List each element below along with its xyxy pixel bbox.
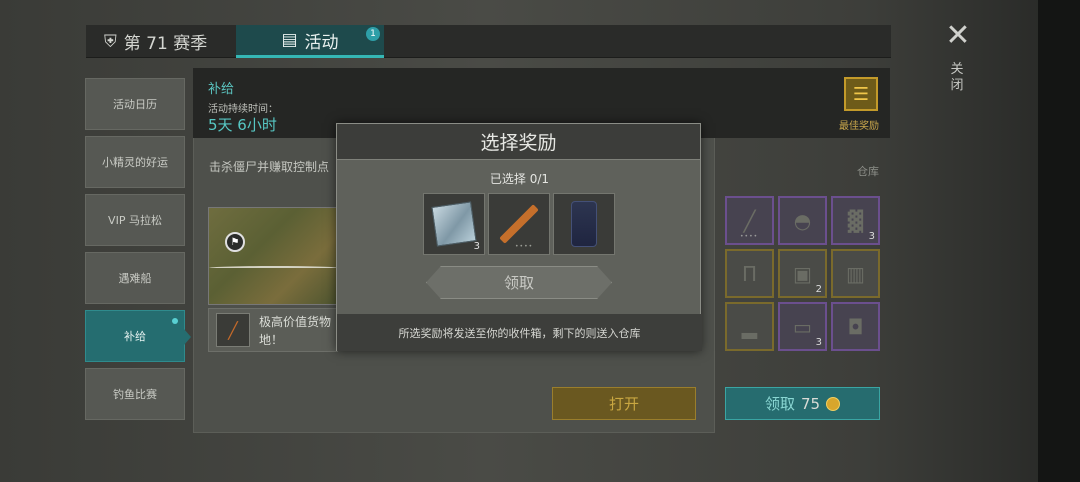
sidebar-item-label: 补给 (124, 330, 146, 343)
calendar-icon: ▤ (281, 30, 298, 50)
sidebar-item-calendar[interactable]: 活动日历 (85, 78, 185, 130)
storage-slot[interactable]: ◓ (778, 196, 827, 245)
ore-icon: ▓ (847, 208, 864, 233)
sidebar-item-supply[interactable]: 补给 (85, 310, 191, 362)
choose-reward-dialog: 选择奖励 已选择 0/1 3 •••• 领取 所选奖励将发送至你的收件箱，剩下的… (336, 123, 702, 351)
map-pin-icon: ⚑ (225, 232, 245, 252)
new-indicator-dot (172, 318, 178, 324)
best-reward-label: 最佳奖励 (839, 121, 879, 132)
reward-option-metal-plate[interactable]: 3 (423, 193, 485, 255)
storage-slot[interactable]: ▂ (725, 302, 774, 351)
helmet-icon: ◓ (793, 208, 812, 233)
screen-edge (1038, 0, 1080, 482)
storage-label: 仓库 (857, 165, 879, 178)
close-icon[interactable]: ✕ (944, 21, 972, 51)
sidebar-item-label: VIP 马拉松 (108, 214, 162, 227)
sidebar-item-label: 活动日历 (113, 98, 157, 111)
best-reward-button[interactable]: ☰ 最佳奖励 (838, 77, 884, 132)
notification-badge: 1 (366, 27, 380, 41)
tab-activity-label: 活动 (304, 32, 339, 53)
claim-label: 领取 (764, 395, 795, 413)
boots-icon: ▂ (741, 314, 758, 339)
item-count: 2 (815, 284, 822, 295)
event-title: 补给 (208, 82, 235, 97)
open-button[interactable]: 打开 (552, 387, 696, 420)
claim-button[interactable]: 领取 75 (725, 387, 880, 420)
storage-slot[interactable]: ▣ 2 (778, 249, 827, 298)
coin-icon (826, 396, 841, 411)
duration-value: 5天 6小时 (208, 116, 277, 134)
armor-icon: ◘ (847, 314, 864, 339)
description-box: ╱ 极高价值货物 地！ (208, 308, 338, 352)
tab-season[interactable]: ⛨ 第 71 赛季 (104, 25, 207, 58)
item-count: 3 (473, 241, 480, 252)
dialog-footer-note: 所选奖励将发送至你的收件箱，剩下的则送入仓库 (337, 314, 702, 351)
storage-slot[interactable]: ▥ (831, 249, 880, 298)
storage-slot[interactable]: ◘ (831, 302, 880, 351)
pants-icon: Π (741, 261, 758, 286)
storage-slot[interactable]: Π (725, 249, 774, 298)
reward-options: 3 •••• (423, 193, 615, 255)
dialog-title: 选择奖励 (337, 124, 700, 160)
sidebar-item-vip-marathon[interactable]: VIP 马拉松 (85, 194, 185, 246)
storage-slot[interactable]: ╱ •••• (725, 196, 774, 245)
tab-activity[interactable]: ▤ 活动 1 (236, 25, 384, 58)
sidebar-item-fishing[interactable]: 钓鱼比赛 (85, 368, 185, 420)
map-thumbnail: ⚑ (208, 207, 338, 305)
close-label[interactable]: 关闭 (949, 62, 965, 94)
food-bag-icon: ▣ (793, 261, 812, 286)
active-indicator (184, 329, 191, 345)
selection-counter: 已选择 0/1 (489, 172, 550, 186)
item-count: 3 (815, 337, 822, 348)
medkit-icon: ▭ (793, 314, 812, 339)
sidebar-item-shipwreck[interactable]: 遇难船 (85, 252, 185, 304)
top-tab-bar: ⛨ 第 71 赛季 ▤ 活动 1 (86, 25, 891, 58)
pants-icon (571, 201, 597, 247)
receive-button[interactable]: 领取 (426, 266, 612, 299)
item-count: 3 (868, 231, 875, 242)
storage-grid: ╱ •••• ◓ ▓ 3 Π ▣ 2 ▥ ▂ ▭ 3 ◘ (725, 196, 881, 351)
reward-option-rifle[interactable]: •••• (488, 193, 550, 255)
description-text-line2: 地！ (259, 333, 284, 347)
rifle-icon (499, 204, 539, 244)
reward-option-pants[interactable] (553, 193, 615, 255)
storage-slot[interactable]: ▓ 3 (831, 196, 880, 245)
rifle-icon: ╱ (216, 313, 250, 347)
objective-text: 击杀僵尸并赚取控制点 (209, 160, 330, 174)
backpack-icon: ▥ (846, 261, 865, 286)
map-road (209, 266, 337, 270)
sidebar-item-label: 小精灵的好运 (102, 156, 168, 169)
storage-slot[interactable]: ▭ 3 (778, 302, 827, 351)
description-text: 极高价值货物 (259, 315, 332, 329)
claim-price: 75 (800, 394, 821, 413)
season-shield-icon: ⛨ (104, 31, 117, 52)
clipboard-icon: ☰ (844, 77, 878, 111)
metal-plate-icon (431, 201, 477, 247)
sidebar-item-label: 遇难船 (118, 272, 152, 285)
tab-season-label: 第 71 赛季 (123, 34, 208, 54)
rifle-icon: ╱ (743, 208, 756, 233)
sidebar-item-label: 钓鱼比赛 (113, 388, 157, 401)
sidebar-item-sprite-luck[interactable]: 小精灵的好运 (85, 136, 185, 188)
duration-label: 活动持续时间： (208, 104, 278, 115)
sidebar: 活动日历 小精灵的好运 VIP 马拉松 遇难船 补给 钓鱼比赛 (85, 78, 191, 426)
